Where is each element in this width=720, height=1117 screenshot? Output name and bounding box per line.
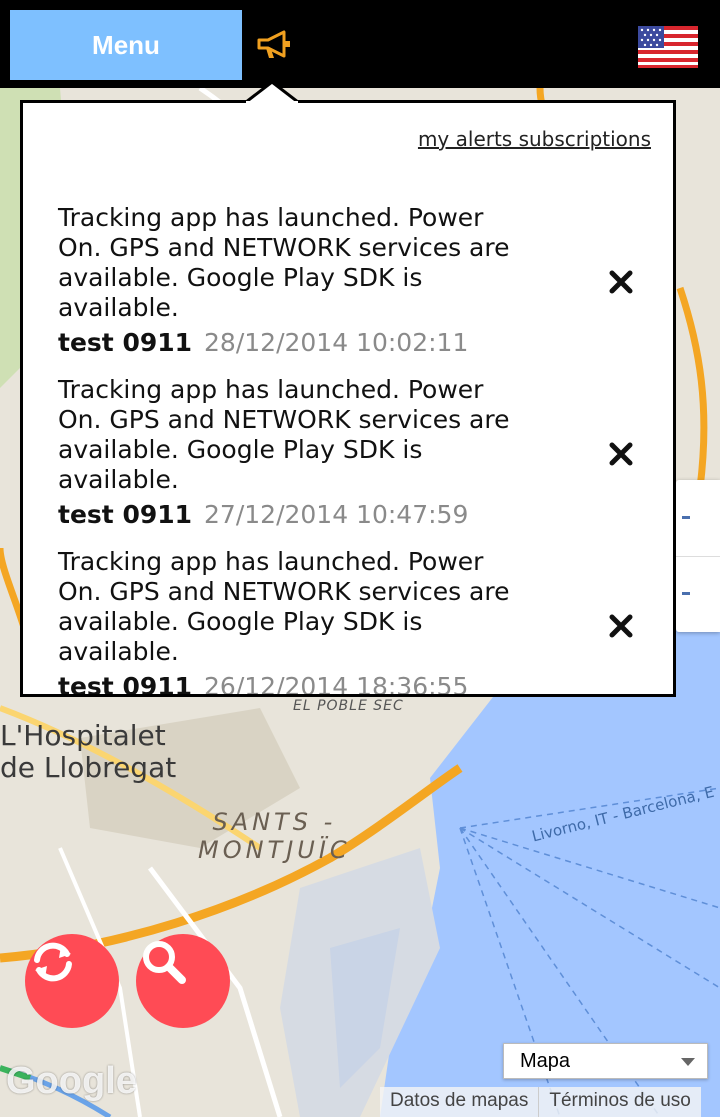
zoom-in-button[interactable] bbox=[682, 516, 690, 519]
menu-button[interactable]: Menu bbox=[10, 10, 242, 80]
zoom-control bbox=[676, 480, 720, 632]
close-icon[interactable] bbox=[606, 439, 636, 469]
map-label-poble-sec: EL POBLE SEC bbox=[293, 698, 404, 714]
map-type-selected: Mapa bbox=[520, 1049, 571, 1072]
zoom-out-button[interactable] bbox=[682, 592, 690, 595]
alert-message: Tracking app has launched. Power On. GPS… bbox=[58, 203, 510, 322]
alerts-popup: my alerts subscriptions Tracking app has… bbox=[20, 100, 676, 697]
alert-item: Tracking app has launched. Power On. GPS… bbox=[58, 203, 648, 359]
alert-item: Tracking app has launched. Power On. GPS… bbox=[58, 375, 648, 531]
alert-message: Tracking app has launched. Power On. GPS… bbox=[58, 375, 510, 494]
alert-message: Tracking app has launched. Power On. GPS… bbox=[58, 547, 510, 666]
alert-timestamp: 26/12/2014 18:36:55 bbox=[204, 672, 469, 697]
alert-timestamp: 27/12/2014 10:47:59 bbox=[204, 500, 469, 529]
popup-pointer bbox=[246, 80, 298, 104]
search-button[interactable] bbox=[136, 934, 230, 1028]
dropdown-arrow-icon bbox=[681, 1058, 695, 1066]
close-icon[interactable] bbox=[606, 267, 636, 297]
top-bar: Menu bbox=[0, 0, 720, 88]
map-label-sants: SANTS - MONTJUÏC bbox=[198, 808, 351, 864]
terms-link[interactable]: Términos de uso bbox=[539, 1087, 701, 1117]
close-icon[interactable] bbox=[606, 611, 636, 641]
map-footer: Datos de mapas Términos de uso bbox=[380, 1087, 701, 1117]
alert-device: test 0911 bbox=[58, 672, 193, 697]
alert-item: Tracking app has launched. Power On. GPS… bbox=[58, 547, 648, 697]
search-icon bbox=[143, 941, 186, 984]
alert-device: test 0911 bbox=[58, 328, 193, 357]
map-data-link[interactable]: Datos de mapas bbox=[380, 1087, 538, 1117]
alert-device: test 0911 bbox=[58, 500, 193, 529]
alerts-subscriptions-link[interactable]: my alerts subscriptions bbox=[418, 127, 651, 151]
map-type-select[interactable]: Mapa bbox=[503, 1043, 708, 1079]
alert-timestamp: 28/12/2014 10:02:11 bbox=[204, 328, 469, 357]
google-logo: Google bbox=[6, 1060, 137, 1102]
refresh-icon bbox=[34, 942, 72, 982]
refresh-button[interactable] bbox=[25, 934, 119, 1028]
us-flag-icon[interactable] bbox=[638, 26, 698, 68]
map-label-hospitalet: L'Hospitalet de Llobregat bbox=[0, 719, 177, 784]
megaphone-icon[interactable] bbox=[256, 30, 292, 60]
